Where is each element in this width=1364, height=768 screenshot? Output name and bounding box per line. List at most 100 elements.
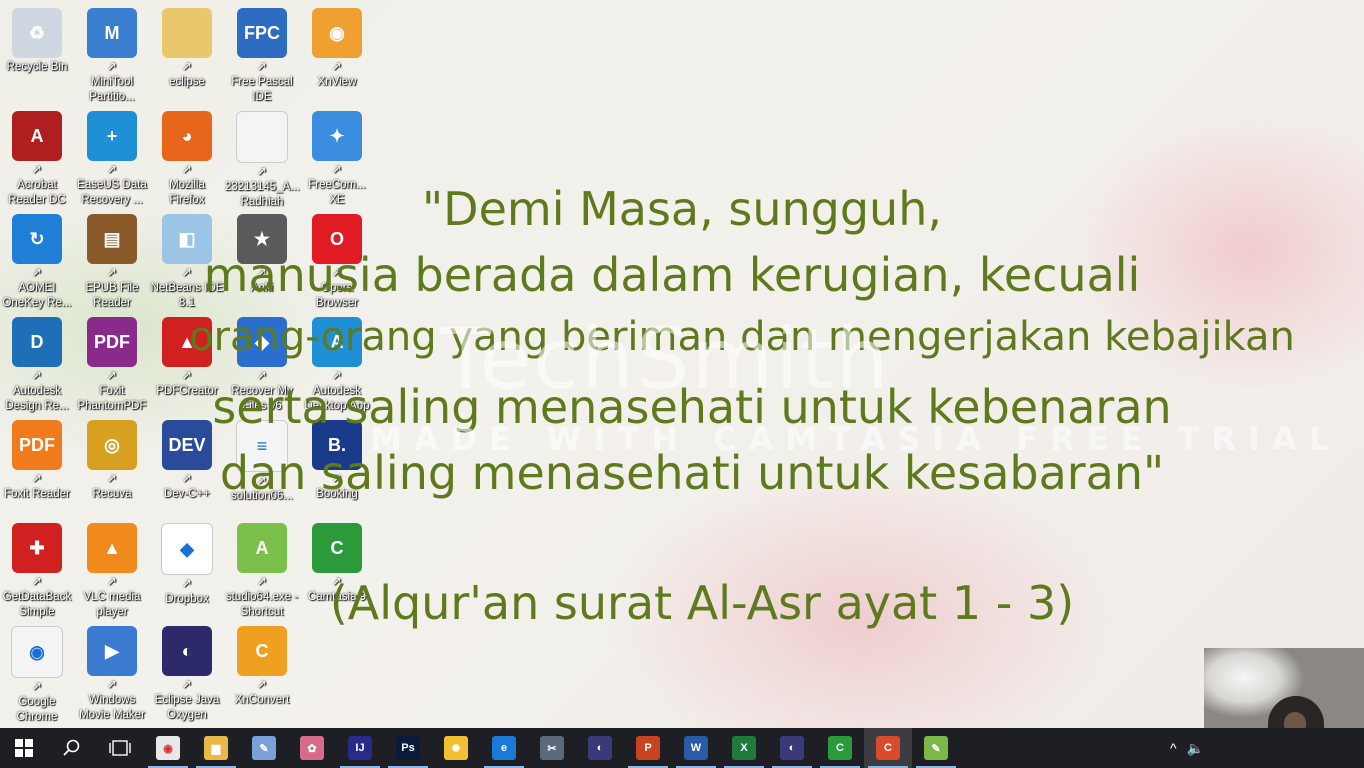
excel-icon: X [732,736,756,760]
shortcut-arrow-icon: ↗ [332,164,342,176]
taskbar-tips-button[interactable]: ✹ [432,728,480,768]
techsmith-watermark: TechSmith [440,310,891,408]
desktop-icon-xnview[interactable]: ◉ ↗ XnView [300,8,374,90]
taskbar-paint-3d-button[interactable]: ✿ [288,728,336,768]
shortcut-arrow-icon: ↗ [257,166,267,178]
shortcut-arrow-icon: ↗ [182,61,192,73]
word-icon: W [684,736,708,760]
shortcut-arrow-icon: ↗ [182,164,192,176]
desktop-icon-eclipse[interactable]: ↗ eclipse [150,8,224,90]
desktop-icon-windows-movie-maker[interactable]: ▶ ↗ Windows Movie Maker [75,626,149,723]
desktop-icon-label: XnView [317,76,357,88]
taskbar-powerpoint-button[interactable]: P [624,728,672,768]
desktop-icon-image: FPC [237,8,287,58]
task-view-button[interactable] [96,728,144,768]
taskbar-intellij-button[interactable]: IJ [336,728,384,768]
taskbar-apps: ◉ ▆ ✎ ✿ IJ Ps ✹ e ✂ ◐ P W X ◐ C C ✎ [144,728,960,768]
taskbar-edge-button[interactable]: e [480,728,528,768]
photoshop-icon: Ps [396,736,420,760]
desktop-icon-label: Eclipse Java Oxygen [154,694,220,721]
task-view-icon [109,740,131,756]
edge-icon: e [492,736,516,760]
desktop-icon-image: ✦ [312,111,362,161]
shortcut-arrow-icon: ↗ [32,164,42,176]
desktop-icon-image: ▶ [87,626,137,676]
taskbar-paint-button[interactable]: ✎ [240,728,288,768]
taskbar-camtasia-recorder-button[interactable]: C [864,728,912,768]
tips-icon: ✹ [444,736,468,760]
desktop-icon-google-chrome[interactable]: ◉ ↗ Google Chrome [0,626,74,725]
desktop-icon-image: ✚ [12,523,62,573]
desktop-icon-image [236,111,288,163]
system-tray: ^ 🔈 [1170,728,1204,768]
wallpaper-quote-line-2: manusia berada dalam kerugian, kecuali [203,248,1141,302]
snipping-icon: ✂ [540,736,564,760]
search-icon [63,739,80,756]
taskbar-excel-button[interactable]: X [720,728,768,768]
taskbar-photoshop-button[interactable]: Ps [384,728,432,768]
eclipse-icon: ◐ [588,736,612,760]
desktop-icon-image: ◕ [162,111,212,161]
windows-logo-icon [15,739,33,757]
desktop-icon-label: Google Chrome [16,696,58,723]
tray-chevron-icon[interactable]: ^ [1170,740,1177,756]
desktop-icon-label: Recycle Bin [6,61,68,73]
powerpoint-icon: P [636,736,660,760]
desktop-icon-image: ▲ [87,523,137,573]
desktop-icon-recycle-bin[interactable]: ♻ Recycle Bin [0,8,74,75]
desktop-icon-image: C [237,626,287,676]
shortcut-arrow-icon: ↗ [257,61,267,73]
volume-icon[interactable]: 🔈 [1187,740,1204,757]
desktop-icon-minitool-partitio[interactable]: M ↗ MiniTool Partitio... [75,8,149,105]
taskbar-chrome-button[interactable]: ◉ [144,728,192,768]
desktop-icon-image: ◆ [161,523,213,575]
desktop-icon-image: + [87,111,137,161]
shortcut-arrow-icon: ↗ [257,679,267,691]
desktop-icon-label: XnConvert [234,694,290,706]
shortcut-arrow-icon: ↗ [182,679,192,691]
paint-icon: ✎ [252,736,276,760]
desktop-icon-label: Free Pascal IDE [231,76,293,103]
shortcut-arrow-icon: ↗ [32,681,42,693]
camtasia-recorder-icon: C [876,736,900,760]
eclipse-2-icon: ◐ [780,736,804,760]
taskbar-file-explorer-button[interactable]: ▆ [192,728,240,768]
desktop-icon-eclipse-java-oxygen[interactable]: ◐ ↗ Eclipse Java Oxygen [150,626,224,723]
desktop-icon-free-pascal-ide[interactable]: FPC ↗ Free Pascal IDE [225,8,299,105]
taskbar-notepad-plus-button[interactable]: ✎ [912,728,960,768]
start-button[interactable] [0,728,48,768]
desktop-icon-image: ◐ [162,626,212,676]
desktop-icon-label: Windows Movie Maker [79,694,145,721]
desktop-icon-label: MiniTool Partitio... [89,76,135,103]
desktop-icon-image [162,8,212,58]
camtasia-trial-watermark: MADE WITH CAMTASIA FREE TRIAL [370,420,1342,458]
desktop-icon-image: M [87,8,137,58]
desktop-icon-image: ♻ [12,8,62,58]
taskbar-word-button[interactable]: W [672,728,720,768]
taskbar-eclipse-2-button[interactable]: ◐ [768,728,816,768]
desktop-icon-image: D [12,317,62,367]
taskbar-snipping-button[interactable]: ✂ [528,728,576,768]
desktop-icon-label: eclipse [169,76,205,88]
desktop-icon-image: ◉ [312,8,362,58]
paint-3d-icon: ✿ [300,736,324,760]
shortcut-arrow-icon: ↗ [332,61,342,73]
camtasia-icon: C [828,736,852,760]
notepad-plus-icon: ✎ [924,736,948,760]
desktop-icon-image: ◉ [11,626,63,678]
chrome-icon: ◉ [156,736,180,760]
taskbar-eclipse-button[interactable]: ◐ [576,728,624,768]
search-button[interactable] [48,728,96,768]
desktop-icon-xnconvert[interactable]: C ↗ XnConvert [225,626,299,708]
intellij-icon: IJ [348,736,372,760]
wallpaper-quote-source: (Alqur'an surat Al-Asr ayat 1 - 3) [329,576,1075,630]
taskbar: ◉ ▆ ✎ ✿ IJ Ps ✹ e ✂ ◐ P W X ◐ C C ✎ ^ 🔈 [0,728,1364,768]
desktop-icon-image: A [12,111,62,161]
file-explorer-icon: ▆ [204,736,228,760]
shortcut-arrow-icon: ↗ [107,164,117,176]
shortcut-arrow-icon: ↗ [107,679,117,691]
wallpaper-quote-line-1: "Demi Masa, sungguh, [422,182,942,236]
desktop-icon-image: C [312,523,362,573]
taskbar-camtasia-button[interactable]: C [816,728,864,768]
shortcut-arrow-icon: ↗ [107,61,117,73]
